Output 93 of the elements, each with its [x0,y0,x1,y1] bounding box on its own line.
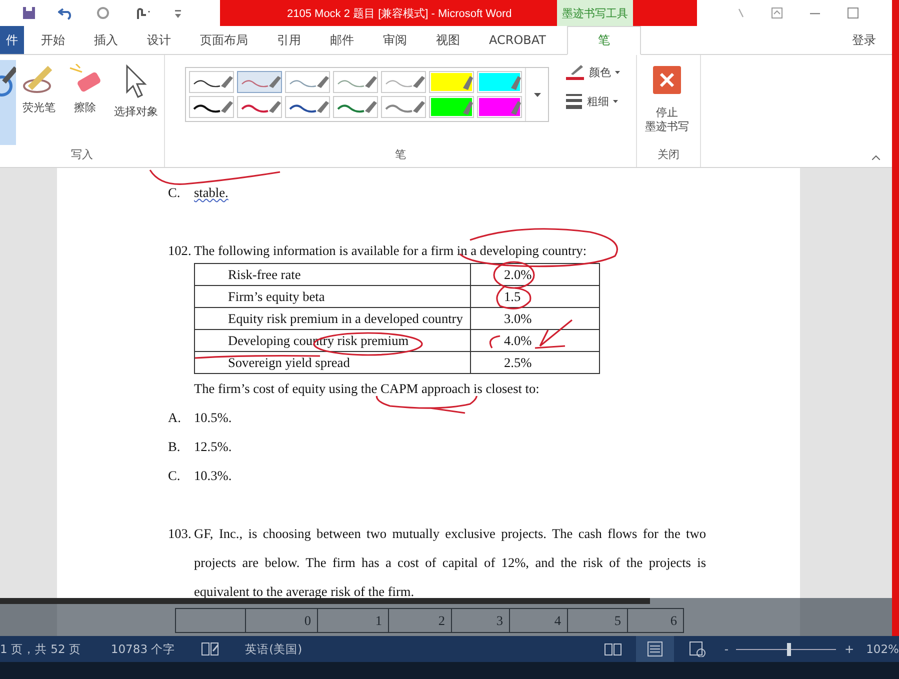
zoom-level[interactable]: 102% [866,642,899,656]
zoom-out-button[interactable]: - [720,642,732,656]
eraser-tool-button[interactable]: 擦除 [62,60,108,145]
option-letter: C. [168,184,182,202]
table-cell: 4.0% [470,330,600,352]
table-cell: Sovereign yield spread [194,352,470,374]
option-letter: A. [168,409,182,427]
save-icon [22,6,36,20]
file-tab[interactable]: 件 [0,26,24,54]
proofing-icon [201,641,220,657]
page-count[interactable]: 1 页，共 52 页 [0,642,81,656]
highlighter-stroke-icon [430,97,473,117]
table-cell: 2.5% [470,352,600,374]
context-tab-label: 墨迹书写工具 [557,0,633,26]
pen-swatch[interactable] [189,71,234,93]
ribbon-tab[interactable]: 视图 [422,26,474,54]
question-prompt: The firm’s cost of equity using the CAPM approach is closest to: [194,381,540,396]
table-cell: 1.5 [470,286,600,308]
ribbon-tab[interactable]: ACROBAT [475,26,560,54]
option-text: 10.3%. [194,467,232,485]
table-cell: Equity risk premium in a developed country [194,308,470,330]
caret-icon [615,70,620,74]
collapse-ribbon-icon [872,155,880,160]
table-cell: 3.0% [470,308,600,330]
option-letter: B. [168,438,182,456]
highlighter-stroke-icon [430,72,473,92]
stop-inking-button[interactable]: 停止 墨迹书写 [637,60,697,134]
highlighter-stroke-icon [478,72,521,92]
pen-swatch[interactable] [189,96,234,118]
highlighter-tool-button[interactable]: 荧光笔 [16,60,62,145]
ribbon-display-icon [771,7,783,19]
window-title: 2105 Mock 2 题目 [兼容模式] - Microsoft Word [287,6,512,20]
zoom-in-button[interactable]: + [840,642,858,656]
pen-swatch[interactable] [285,96,330,118]
color-button[interactable]: 颜色 [565,63,620,81]
caret-icon [613,100,618,102]
word-count[interactable]: 10783 个字 [110,642,176,656]
pen-icon [0,64,16,98]
ribbon-tab[interactable]: 页面布局 [186,26,262,54]
thickness-button[interactable]: 粗细 [565,93,620,109]
select-tool-button[interactable]: 选择对象 [108,60,164,145]
dropdown-caret-icon [534,92,540,96]
highlighter-swatch[interactable] [477,96,522,118]
table-cell: 2.0% [470,264,600,286]
table-cell: 3 [452,608,510,632]
pen-color-icon [565,63,585,81]
option-letter: C. [168,467,182,485]
pen-swatch[interactable] [381,96,426,118]
close-icon [653,66,681,94]
line-weight-icon [565,93,583,109]
highlighter-swatch[interactable] [477,71,522,93]
pen-swatch[interactable] [381,71,426,93]
option-text: 12.5%. [194,438,232,456]
maximize-icon [847,7,859,19]
ribbon-tab[interactable]: 笔 [567,26,641,55]
group-label: 写入 [70,147,94,163]
pen-swatch[interactable] [237,71,282,93]
sign-in-link[interactable]: 登录 [852,32,892,48]
option-text: stable. [194,184,228,202]
pen-swatch[interactable] [237,96,282,118]
table-cell: Risk-free rate [194,264,470,286]
language-indicator[interactable]: 英语(美国) [245,642,302,656]
ribbon-tab[interactable]: 引用 [263,26,315,54]
table-cell: 4 [510,608,568,632]
highlighter-swatch[interactable] [429,71,474,93]
ribbon-tab[interactable]: 开始 [27,26,79,54]
pen-swatch[interactable] [285,71,330,93]
pen-swatch[interactable] [333,96,378,118]
highlighter-swatch[interactable] [429,96,474,118]
group-label: 笔 [394,147,407,163]
question-text: 103. GF, Inc., is choosing between two mutually exclusive projects. The cash flows for the two projects are below. The firm has a cost of capital of 12%, and the risk of the projects is equivalent to the average risk of the firm. [168,525,706,601]
question-text: 102. The following information is available for a firm in a developing country: [168,242,588,260]
ribbon-tab[interactable]: 审阅 [369,26,421,54]
print-view-button[interactable] [636,636,674,662]
table-cell: 0 [246,608,318,632]
pen-swatch[interactable] [333,71,378,93]
zoom-slider-thumb[interactable] [787,642,792,656]
print-view-icon [646,641,664,657]
group-label: 关闭 [656,147,680,163]
highlighter-stroke-icon [478,97,521,117]
pen-tool-button[interactable] [0,60,16,145]
ribbon-tab[interactable]: 设计 [133,26,185,54]
table-cell: 5 [568,608,628,632]
ribbon-tab[interactable]: 插入 [80,26,132,54]
table-cell: 6 [628,608,684,632]
table-cell: 2 [388,608,452,632]
option-text: 10.5%. [194,409,232,427]
undo-icon [58,6,74,20]
read-view-icon [604,641,622,657]
web-view-icon [688,641,706,657]
ribbon-tab[interactable]: 邮件 [316,26,368,54]
table-cell: Firm’s equity beta [194,286,470,308]
table-cell: 1 [318,608,388,632]
